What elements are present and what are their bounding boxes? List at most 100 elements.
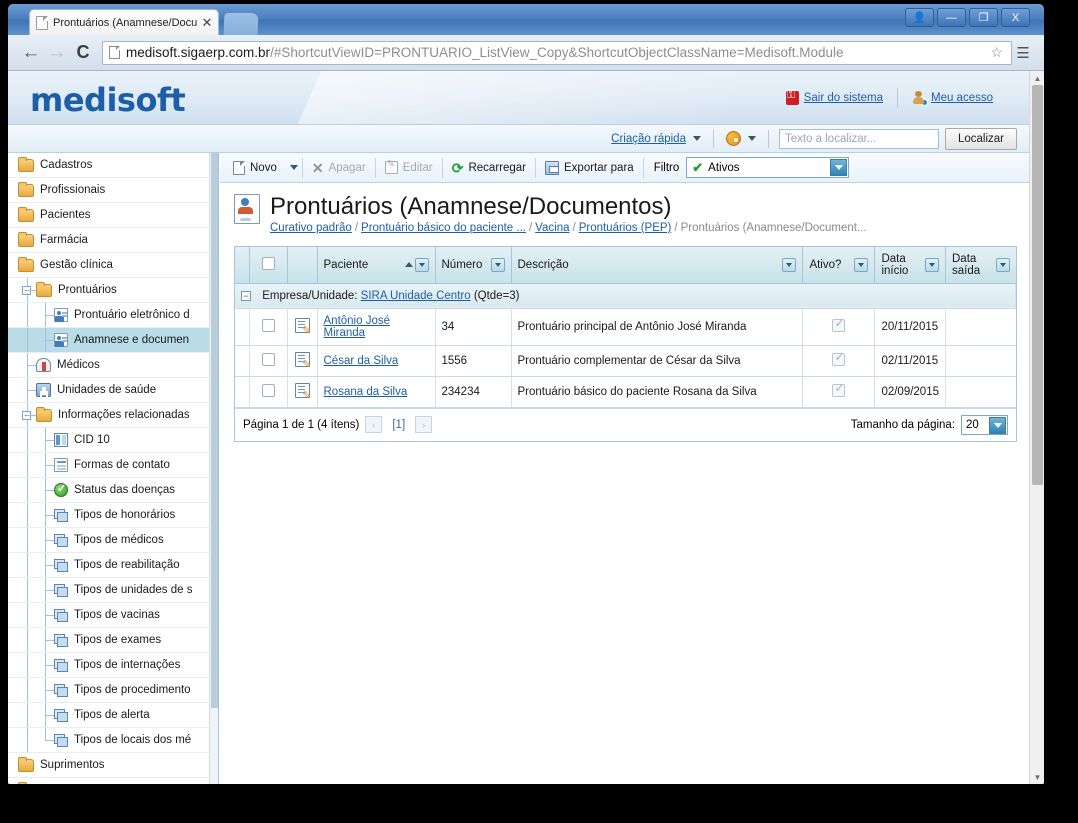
row-edit-icon[interactable]	[294, 317, 312, 337]
col-data-inicio[interactable]: Data início	[874, 247, 946, 284]
sidebar-item-m-dicos[interactable]: Médicos	[8, 353, 218, 378]
page-size-dropdown-icon[interactable]	[989, 416, 1006, 434]
scroll-up-icon[interactable]: ▲	[1030, 71, 1044, 85]
row-select-checkbox[interactable]	[261, 318, 275, 332]
next-page-button[interactable]: ›	[415, 416, 433, 434]
prev-page-button[interactable]: ‹	[365, 416, 383, 434]
col-paciente[interactable]: Paciente	[317, 247, 436, 284]
col-ativo[interactable]: Ativo?	[802, 247, 876, 284]
search-input[interactable]: Texto a localizar...	[778, 128, 939, 149]
table-row[interactable]: César da Silva 1556Prontuário complementa…	[235, 345, 1016, 377]
user-profile-button[interactable]: 👤	[905, 8, 934, 27]
bookmark-star-icon[interactable]: ☆	[986, 44, 1007, 61]
sidebar-item-informa-es-relacionadas[interactable]: − Informações relacionadas	[8, 403, 218, 428]
sidebar-item-formas-de-contato[interactable]: Formas de contato	[8, 453, 218, 478]
row-edit-icon[interactable]	[294, 351, 312, 371]
sidebar-item-tipos-de-locais-dos-m[interactable]: Tipos de locais dos mé	[8, 728, 218, 753]
group-collapse-icon[interactable]: −	[241, 290, 251, 301]
numero-filter-icon[interactable]	[490, 257, 505, 272]
sidebar-item-prontu-rios[interactable]: − Prontuários	[8, 278, 218, 303]
browser-menu-icon[interactable]: ☰	[1012, 44, 1034, 62]
data-inicio-filter-icon[interactable]	[925, 257, 939, 272]
paciente-link[interactable]: Antônio José Miranda	[324, 315, 391, 339]
page-scrollbar[interactable]: ▲ ▼	[1029, 71, 1044, 784]
quick-create-label[interactable]: Criação rápida	[611, 133, 686, 145]
forward-icon[interactable]: →	[44, 40, 70, 66]
sidebar-item-tipos-de-unidades-de-s[interactable]: Tipos de unidades de s	[8, 578, 218, 603]
col-descricao[interactable]: Descrição	[511, 247, 804, 284]
sidebar-item-tipos-de-vacinas[interactable]: Tipos de vacinas	[8, 603, 218, 628]
paciente-link[interactable]: Rosana da Silva	[324, 386, 408, 398]
sidebar-item-cadastros[interactable]: Cadastros	[8, 153, 218, 178]
page-scroll-thumb[interactable]	[1032, 85, 1043, 485]
breadcrumb-item[interactable]: Prontuário básico do paciente ...	[361, 222, 526, 234]
sidebar-scrollbar[interactable]	[209, 153, 218, 784]
row-select-cell[interactable]	[249, 376, 288, 408]
current-page[interactable]: [1]	[388, 419, 409, 431]
chevron-down-icon-2[interactable]	[747, 136, 756, 141]
tree-expander-icon[interactable]: −	[22, 286, 31, 295]
paciente-link[interactable]: César da Silva	[324, 355, 399, 367]
new-tab-button[interactable]	[223, 13, 259, 35]
group-value-link[interactable]: SIRA Unidade Centro	[361, 290, 471, 302]
tab-close-icon[interactable]: ✕	[200, 16, 214, 30]
search-button[interactable]: Localizar	[944, 127, 1017, 150]
theme-menu[interactable]	[714, 131, 768, 146]
sidebar-item-anamnese-e-documen[interactable]: Anamnese e documen	[8, 328, 218, 353]
table-row[interactable]: Rosana da Silva 234234Prontuário básico d…	[235, 376, 1016, 408]
quick-create-menu[interactable]: Criação rápida	[599, 133, 713, 145]
sidebar-item-unidades-de-sa-de[interactable]: Unidades de saúde	[8, 378, 218, 403]
breadcrumb-item[interactable]: Vacina	[535, 222, 569, 234]
minimize-button[interactable]: —	[937, 8, 966, 27]
sidebar-item-tipos-de-interna-es[interactable]: Tipos de internações	[8, 653, 218, 678]
filter-select[interactable]: ✔ Ativos	[686, 157, 850, 178]
breadcrumb-item[interactable]: Curativo padrão	[270, 222, 352, 234]
back-icon[interactable]: ←	[18, 40, 44, 66]
sidebar-item-tipos-de-honor-rios[interactable]: Tipos de honorários	[8, 503, 218, 528]
restore-button[interactable]: ❐	[969, 8, 998, 27]
sidebar-item-tipos-de-procedimento[interactable]: Tipos de procedimento	[8, 678, 218, 703]
row-edit-icon[interactable]	[294, 382, 312, 402]
sidebar-item-tipos-de-exames[interactable]: Tipos de exames	[8, 628, 218, 653]
sidebar-item-pacientes[interactable]: Pacientes	[8, 203, 218, 228]
sidebar-item-tipos-de-reabilita-o[interactable]: Tipos de reabilitação	[8, 553, 218, 578]
chevron-down-icon[interactable]	[692, 136, 701, 141]
edit-button[interactable]: Editar	[376, 156, 442, 180]
select-all-checkbox[interactable]	[261, 256, 275, 270]
export-button[interactable]: Exportar para	[536, 156, 643, 180]
row-edit-cell[interactable]	[287, 308, 318, 346]
data-saida-filter-icon[interactable]	[995, 257, 1010, 272]
sidebar-item-tipos-de-alerta[interactable]: Tipos de alerta	[8, 703, 218, 728]
row-edit-cell[interactable]	[287, 345, 318, 377]
new-dropdown-icon[interactable]	[289, 165, 298, 170]
sidebar-item-cid-10[interactable]: CID 10	[8, 428, 218, 453]
close-button[interactable]: X	[1001, 8, 1030, 27]
sidebar-item-suprimentos[interactable]: Suprimentos	[8, 753, 218, 778]
sidebar-item-equipamentos[interactable]: Equipamentos	[8, 778, 218, 784]
sidebar-item-status-das-doen-as[interactable]: Status das doenças	[8, 478, 218, 503]
row-select-checkbox[interactable]	[261, 383, 275, 397]
breadcrumb-item[interactable]: Prontuários (PEP)	[579, 222, 672, 234]
table-row[interactable]: Antônio José Miranda 34Prontuário princip…	[235, 308, 1016, 346]
row-select-cell[interactable]	[249, 345, 288, 377]
row-edit-cell[interactable]	[287, 376, 318, 408]
address-bar[interactable]: medisoft.sigaerp.com.br/#ShortcutViewID=…	[102, 40, 1012, 65]
col-numero[interactable]: Número	[435, 247, 512, 284]
delete-button[interactable]: ✕ Apagar	[303, 156, 375, 180]
sidebar-item-gest-o-cl-nica[interactable]: Gestão clínica	[8, 253, 218, 278]
sidebar-scroll-thumb[interactable]	[211, 153, 218, 708]
row-select-cell[interactable]	[249, 308, 288, 346]
descricao-filter-icon[interactable]	[782, 257, 797, 272]
col-data-saida[interactable]: Data saída	[945, 247, 1016, 284]
sidebar-item-prontu-rio-eletr-nico-d[interactable]: Prontuário eletrônico d	[8, 303, 218, 328]
ativo-filter-icon[interactable]	[854, 257, 869, 272]
new-button[interactable]: Novo	[224, 156, 286, 180]
sidebar-item-tipos-de-m-dicos[interactable]: Tipos de médicos	[8, 528, 218, 553]
tree-expander-icon[interactable]: −	[22, 411, 31, 420]
my-access-link[interactable]: Meu acesso	[898, 91, 1007, 106]
scroll-down-icon[interactable]: ▼	[1030, 770, 1044, 784]
logout-link[interactable]: Sair do sistema	[772, 89, 897, 105]
row-select-checkbox[interactable]	[261, 352, 275, 366]
sidebar-item-profissionais[interactable]: Profissionais	[8, 178, 218, 203]
browser-tab[interactable]: Prontuários (Anamnese/Docu ✕	[29, 9, 219, 35]
